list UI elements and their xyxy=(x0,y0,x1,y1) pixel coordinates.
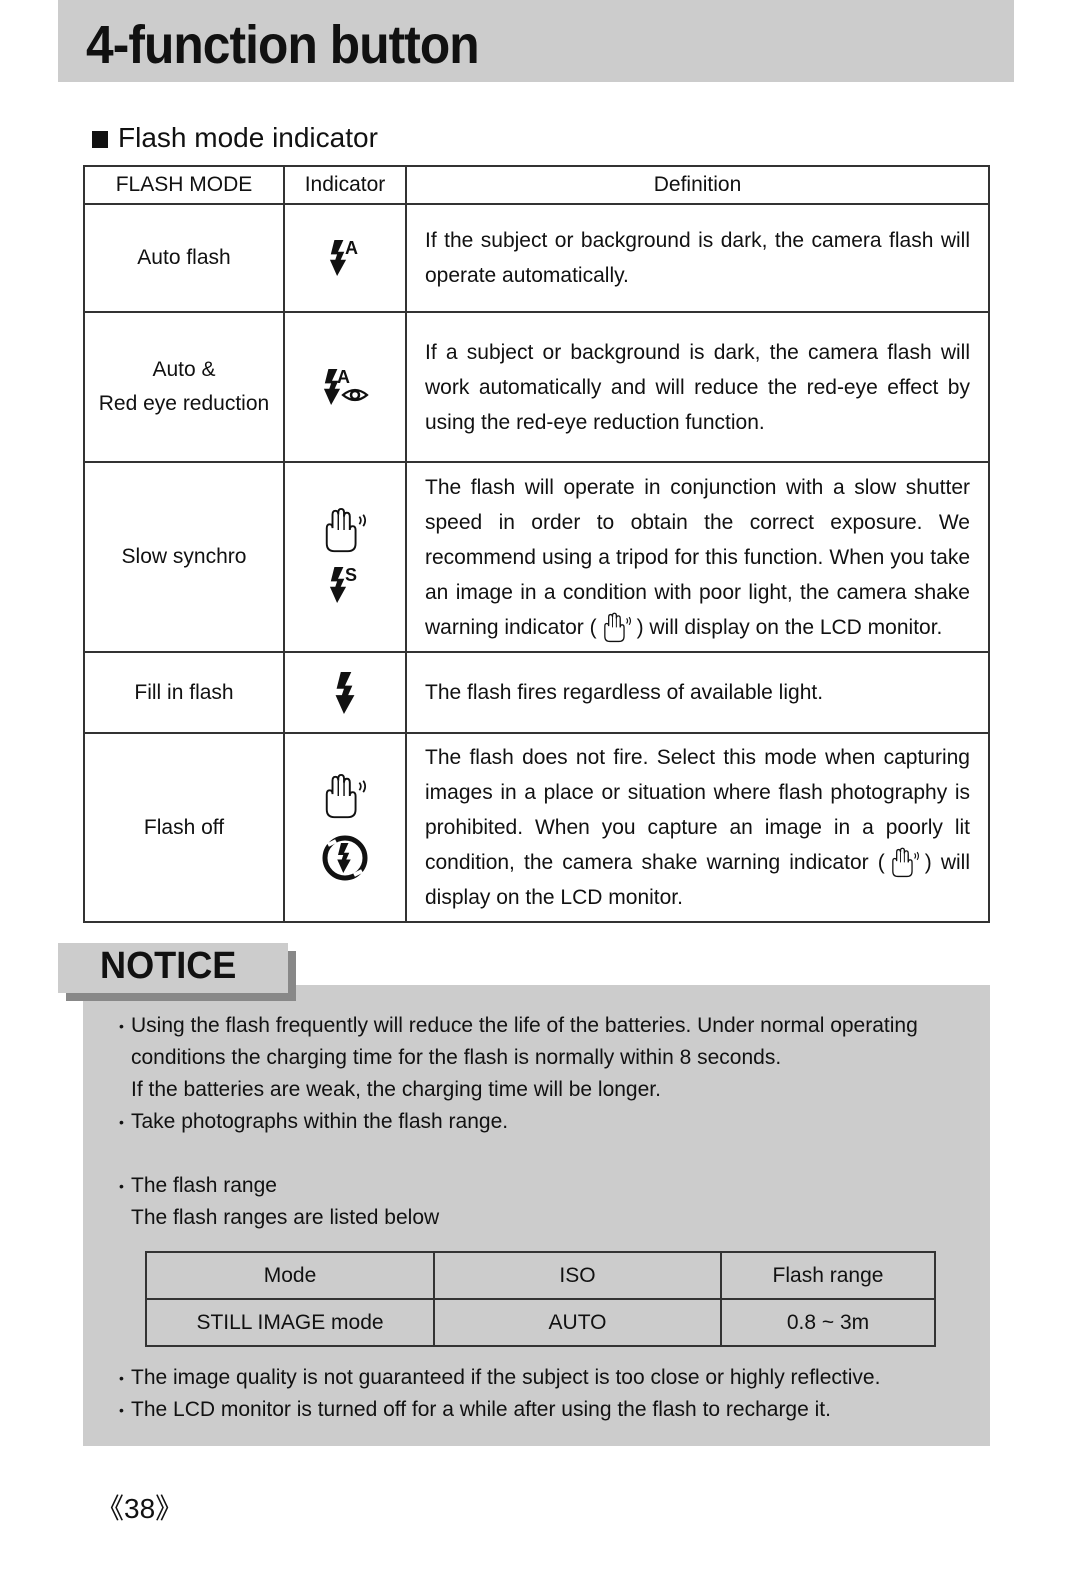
indicator-cell xyxy=(283,732,407,923)
notice-text: The image quality is not guaranteed if t… xyxy=(131,1366,881,1389)
header-indicator: Indicator xyxy=(283,165,407,205)
bullet-icon: • xyxy=(119,1178,124,1194)
indicator-cell: S xyxy=(283,461,407,653)
page-title: 4-function button xyxy=(86,15,480,75)
mode-label: Auto flash xyxy=(137,246,231,269)
definition-cell: If a subject or background is dark, the … xyxy=(405,311,990,463)
notice-text: The flash ranges are listed below xyxy=(131,1206,440,1229)
mode-cell: Flash off xyxy=(83,732,285,923)
definition-cell: The flash fires regardless of available … xyxy=(405,651,990,734)
section-heading-text: Flash mode indicator xyxy=(118,122,378,153)
flash-range-table: Mode ISO Flash range STILL IMAGE mode AU… xyxy=(145,1251,936,1347)
camera-shake-hand-icon xyxy=(889,847,921,879)
page-number: 《38》 xyxy=(96,1493,184,1524)
mode-cell: Auto flash xyxy=(83,203,285,313)
table-header-row: FLASH MODE Indicator Definition xyxy=(83,165,990,205)
definition-cell: The flash does not fire. Select this mod… xyxy=(405,732,990,923)
mode-label: Fill in flash xyxy=(134,680,234,704)
bullet-icon: • xyxy=(119,1402,124,1418)
svg-text:A: A xyxy=(337,367,350,387)
header-iso: ISO xyxy=(433,1251,722,1300)
notice-item: • The LCD monitor is turned off for a wh… xyxy=(119,1394,880,1426)
svg-text:A: A xyxy=(345,238,358,258)
header-flash-range: Flash range xyxy=(720,1251,936,1300)
camera-shake-hand-icon xyxy=(321,507,369,555)
table-row: Flash off The flash does not fire. Selec… xyxy=(83,732,990,923)
notice-text: conditions the charging time for the fla… xyxy=(131,1046,782,1069)
notice-box: • Using the flash frequently will reduce… xyxy=(83,985,990,1446)
header-definition: Definition xyxy=(405,165,990,205)
flash-auto-icon: A xyxy=(329,238,358,276)
svg-text:S: S xyxy=(345,565,357,585)
flash-auto-red-eye-icon: A xyxy=(323,367,369,405)
notice-label: NOTICE xyxy=(100,945,237,987)
flash-off-icon xyxy=(322,835,368,880)
notice-item: • Take photographs within the flash rang… xyxy=(119,1106,979,1138)
notice-text: Take photographs within the flash range. xyxy=(131,1110,509,1133)
header-flash-mode: FLASH MODE xyxy=(83,165,285,205)
notice-item: • Using the flash frequently will reduce… xyxy=(119,1010,979,1106)
definition-text: ) will display on the LCD monitor. xyxy=(636,615,943,639)
indicator-cell: A xyxy=(283,311,407,463)
indicator-cell: A xyxy=(283,203,407,313)
mode-cell: Auto & Red eye reduction xyxy=(83,311,285,463)
mode-label: Flash off xyxy=(143,815,225,839)
flash-mode-table: FLASH MODE Indicator Definition Auto fla… xyxy=(83,165,990,923)
cell-mode: STILL IMAGE mode xyxy=(145,1298,435,1347)
indicator-cell xyxy=(283,651,407,734)
definition-cell: The flash will operate in conjunction wi… xyxy=(405,461,990,653)
range-header-row: Mode ISO Flash range xyxy=(145,1251,936,1300)
mode-label: Slow synchro xyxy=(121,545,247,568)
cell-iso: AUTO xyxy=(433,1298,722,1347)
mode-label: Auto & xyxy=(152,358,216,381)
mode-cell: Fill in flash xyxy=(83,651,285,734)
notice-text: The flash range xyxy=(131,1174,277,1197)
square-bullet-icon xyxy=(92,130,108,148)
notice-tab: NOTICE xyxy=(58,943,288,993)
notice-text: If the batteries are weak, the charging … xyxy=(131,1078,661,1101)
mode-cell: Slow synchro xyxy=(83,461,285,653)
camera-shake-hand-icon xyxy=(601,612,633,644)
notice-text: The LCD monitor is turned off for a whil… xyxy=(131,1398,831,1421)
camera-shake-hand-icon xyxy=(321,773,369,821)
notice-list: • Using the flash frequently will reduce… xyxy=(119,1010,979,1234)
flash-fill-icon xyxy=(330,672,360,714)
definition-text: The flash will operate in conjunction wi… xyxy=(425,475,970,639)
definition-cell: If the subject or background is dark, th… xyxy=(405,203,990,313)
mode-label: Red eye reduction xyxy=(98,392,270,415)
table-row: Fill in flash The flash fires regardless… xyxy=(83,651,990,734)
table-row: Auto flash A If the subject or backgroun… xyxy=(83,203,990,313)
table-row: Auto & Red eye reduction A If a subject … xyxy=(83,311,990,463)
bullet-icon: • xyxy=(119,1370,124,1386)
header-mode: Mode xyxy=(145,1251,435,1300)
section-heading: Flash mode indicator xyxy=(92,122,378,154)
bullet-icon: • xyxy=(119,1114,124,1130)
cell-flash-range: 0.8 ~ 3m xyxy=(720,1298,936,1347)
notice-item: • The flash range The flash ranges are l… xyxy=(119,1170,979,1234)
bullet-icon: • xyxy=(119,1018,124,1034)
table-row: STILL IMAGE mode AUTO 0.8 ~ 3m xyxy=(145,1298,936,1347)
notice-bottom-list: • The image quality is not guaranteed if… xyxy=(119,1362,880,1426)
notice-text: Using the flash frequently will reduce t… xyxy=(131,1014,918,1037)
flash-slow-sync-icon: S xyxy=(329,565,357,603)
title-bar: 4-function button xyxy=(58,0,1014,82)
table-row: Slow synchro S The flash will operate in… xyxy=(83,461,990,653)
notice-item: • The image quality is not guaranteed if… xyxy=(119,1362,880,1394)
